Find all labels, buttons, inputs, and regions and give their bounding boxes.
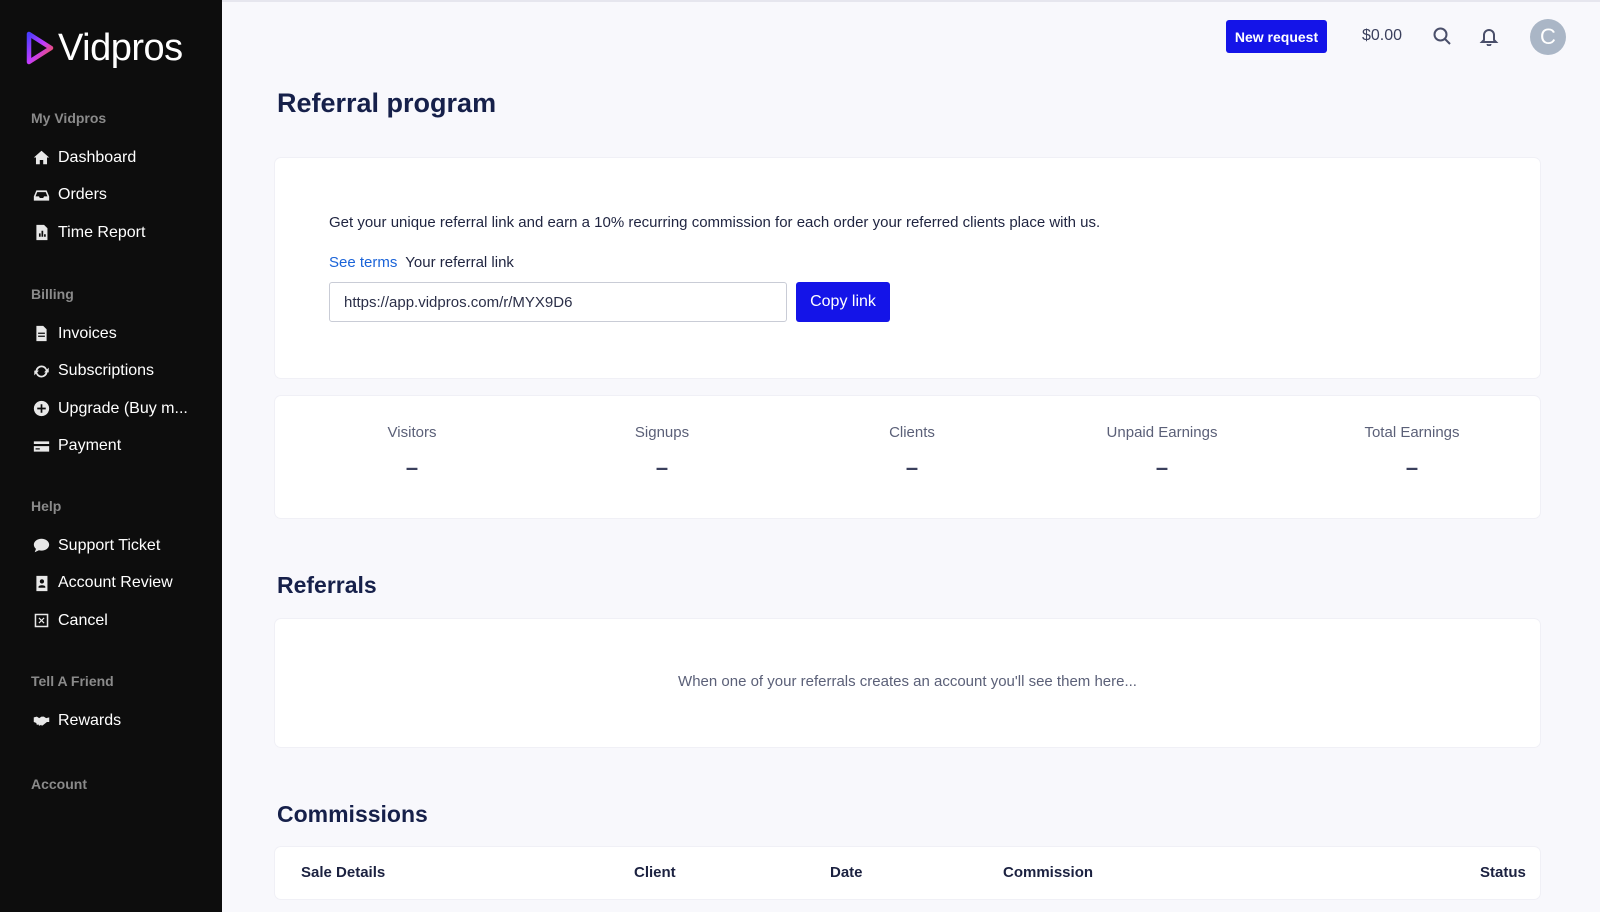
chat-icon	[32, 537, 50, 555]
column-header-commission[interactable]: Commission	[1003, 864, 1093, 881]
plus-circle-icon	[32, 400, 50, 418]
referral-link-label-row: See terms Your referral link	[329, 254, 514, 271]
sidebar-item-label: Invoices	[58, 324, 117, 342]
stat-label: Total Earnings	[1364, 424, 1460, 441]
new-request-button[interactable]: New request	[1226, 20, 1327, 53]
copy-link-button[interactable]: Copy link	[796, 282, 890, 322]
top-divider	[222, 0, 1600, 2]
sidebar-item-label: Payment	[58, 437, 122, 455]
sidebar-item-account-review[interactable]: Account Review	[0, 565, 222, 603]
contact-book-icon	[32, 574, 50, 592]
page-title: Referral program	[277, 88, 497, 118]
stat-signups: Signups –	[562, 424, 762, 481]
sidebar-item-subscriptions[interactable]: Subscriptions	[0, 353, 222, 391]
column-header-status[interactable]: Status	[1480, 864, 1526, 881]
stat-value: –	[1405, 455, 1419, 480]
sidebar-item-label: Subscriptions	[58, 362, 155, 380]
referral-link-label: Your referral link	[405, 254, 514, 271]
referral-link-card: Get your unique referral link and earn a…	[275, 158, 1540, 378]
sidebar-item-label: Cancel	[58, 611, 108, 629]
stat-label: Visitors	[387, 424, 437, 441]
sidebar-item-payment[interactable]: Payment	[0, 428, 222, 466]
account-balance[interactable]: $0.00	[1362, 27, 1402, 45]
sidebar-item-upgrade[interactable]: Upgrade (Buy m...	[0, 390, 222, 428]
vidpros-logo[interactable]: Vidpros	[26, 26, 183, 70]
sidebar-item-time-report[interactable]: Time Report	[0, 214, 222, 252]
sidebar-item-invoices[interactable]: Invoices	[0, 315, 222, 353]
stat-label: Signups	[634, 424, 690, 441]
close-box-icon	[32, 612, 50, 630]
stat-unpaid-earnings: Unpaid Earnings –	[1062, 424, 1262, 481]
handshake-icon	[32, 712, 50, 730]
sidebar-item-label: Upgrade (Buy m...	[58, 399, 188, 417]
refresh-icon	[32, 362, 50, 380]
stat-label: Unpaid Earnings	[1106, 424, 1218, 441]
logo-text: Vidpros	[58, 27, 183, 69]
home-icon	[32, 149, 50, 167]
stat-total-earnings: Total Earnings –	[1312, 424, 1512, 481]
sidebar-item-label: Account Review	[58, 574, 173, 592]
nav-heading: Billing	[31, 286, 74, 302]
stat-clients: Clients –	[812, 424, 1012, 481]
nav-section-help: Help Support Ticket Account Review Cance…	[0, 496, 222, 640]
referrals-heading: Referrals	[277, 572, 377, 598]
sidebar-item-cancel[interactable]: Cancel	[0, 602, 222, 640]
sidebar-item-label: Orders	[58, 186, 107, 204]
stat-value: –	[905, 455, 919, 480]
referral-link-input[interactable]	[329, 282, 787, 322]
nav-section-account: Account	[0, 774, 222, 794]
sidebar-item-rewards[interactable]: Rewards	[0, 702, 222, 740]
commissions-heading: Commissions	[277, 801, 428, 827]
column-header-date[interactable]: Date	[830, 864, 863, 881]
sidebar-item-support-ticket[interactable]: Support Ticket	[0, 527, 222, 565]
sidebar-item-label: Rewards	[58, 711, 122, 729]
stat-label: Clients	[889, 424, 935, 441]
stat-value: –	[655, 455, 669, 480]
bell-icon[interactable]	[1479, 26, 1499, 47]
nav-heading: Tell A Friend	[31, 673, 114, 689]
nav-section-tell-a-friend: Tell A Friend Rewards	[0, 671, 222, 740]
nav-heading: My Vidpros	[31, 110, 107, 126]
see-terms-link[interactable]: See terms	[329, 254, 397, 271]
nav-heading: Account	[31, 776, 87, 792]
sidebar-item-label: Dashboard	[58, 148, 137, 166]
sidebar-item-label: Support Ticket	[58, 536, 161, 554]
referral-intro-text: Get your unique referral link and earn a…	[329, 214, 1101, 231]
sidebar-item-dashboard[interactable]: Dashboard	[0, 139, 222, 177]
sidebar-item-label: Time Report	[58, 223, 146, 241]
referrals-empty-message: When one of your referrals creates an ac…	[678, 673, 1137, 690]
referrals-card: When one of your referrals creates an ac…	[275, 619, 1540, 747]
invoice-icon	[32, 325, 50, 343]
nav-heading: Help	[31, 498, 62, 514]
sidebar: Vidpros My Vidpros Dashboard Orders Time…	[0, 0, 222, 912]
referral-stats-card: Visitors – Signups – Clients – Unpaid Ea…	[275, 396, 1540, 518]
report-icon	[32, 224, 50, 242]
column-header-client[interactable]: Client	[634, 864, 676, 881]
commissions-table-header: Sale Details Client Date Commission Stat…	[275, 847, 1540, 899]
stat-visitors: Visitors –	[312, 424, 512, 481]
nav-section-my-vidpros: My Vidpros Dashboard Orders Time Report	[0, 108, 222, 252]
nav-section-billing: Billing Invoices Subscriptions Upgrade (…	[0, 284, 222, 465]
stat-value: –	[1155, 455, 1169, 480]
search-icon[interactable]	[1432, 26, 1452, 46]
sidebar-item-orders[interactable]: Orders	[0, 177, 222, 215]
logo-play-icon	[26, 31, 54, 65]
inbox-icon	[32, 186, 50, 204]
user-avatar[interactable]: C	[1530, 19, 1566, 55]
stat-value: –	[405, 455, 419, 480]
credit-card-icon	[32, 437, 50, 455]
column-header-sale-details[interactable]: Sale Details	[301, 864, 385, 881]
